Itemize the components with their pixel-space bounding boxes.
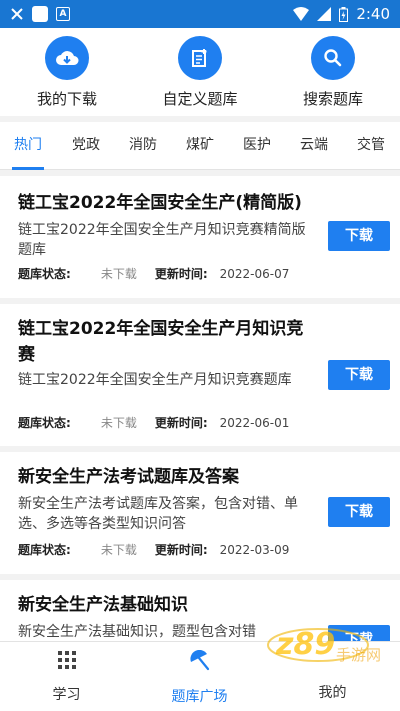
status-value: 未下载 [100,267,137,281]
person-icon [266,650,399,672]
update-label: 更新时间: [154,416,208,430]
search-bank-label: 搜索题库 [302,90,363,108]
category-tabs: 热门 党政 消防 煤矿 医护 云端 交管 [0,122,400,170]
my-downloads-label: 我的下载 [36,90,97,108]
status-value: 未下载 [100,416,137,430]
tab-traffic[interactable]: 交管 [355,122,387,170]
custom-bank-label: 自定义题库 [162,90,238,108]
tab-cloud[interactable]: 云端 [298,122,330,170]
nav-study-label: 学习 [52,687,81,703]
download-button[interactable]: 下载 [328,497,390,527]
signal-icon [317,7,332,21]
bottom-nav: 学习 题库广场 我的 [0,641,400,711]
card-title: 新安全生产法考试题库及答案 [18,467,239,487]
tab-coal[interactable]: 煤矿 [184,122,216,170]
list-item[interactable]: 链工宝2022年全国安全生产(精简版) 链工宝2022年全国安全生产月知识竞赛精… [0,176,400,298]
app-square-icon [32,6,48,22]
a-letter-icon: A [56,7,70,21]
card-meta: 题库状态: 未下载 更新时间: 2022-06-07 [18,265,289,282]
nav-study[interactable]: 学习 [0,650,133,704]
quick-actions: 我的下载 自定义题库 搜索题库 [0,28,400,116]
grid-icon [57,651,76,669]
my-downloads-button[interactable]: 我的下载 [7,36,127,109]
status-label: 题库状态: [18,267,71,281]
search-bank-button[interactable]: 搜索题库 [273,36,393,109]
download-button[interactable]: 下载 [328,360,390,390]
custom-bank-button[interactable]: 自定义题库 [140,36,260,109]
tab-medical[interactable]: 医护 [241,122,273,170]
download-button[interactable]: 下载 [328,625,390,641]
nav-mine-label: 我的 [318,685,347,701]
battery-icon [339,6,349,22]
card-description: 新安全生产法基础知识，题型包含对错 [18,624,256,640]
status-label: 题库状态: [18,543,71,557]
download-button[interactable]: 下载 [328,221,390,251]
list-item[interactable]: 链工宝2022年全国安全生产月知识竞赛 链工宝2022年全国安全生产月知识竞赛题… [0,304,400,446]
edit-document-icon [178,36,222,80]
card-description: 新安全生产法考试题库及答案，包含对错、单选、多选等各类型知识问答 [18,496,298,532]
card-title: 链工宝2022年全国安全生产月知识竞赛 [18,319,304,365]
nav-bank-square[interactable]: 题库广场 [133,649,266,706]
list-item[interactable]: 新安全生产法考试题库及答案 新安全生产法考试题库及答案，包含对错、单选、多选等各… [0,452,400,574]
status-bar: A 2:40 [0,0,400,28]
umbrella-icon [189,649,209,671]
wifi-icon [293,7,310,21]
status-value: 未下载 [100,543,137,557]
nav-bank-square-label: 题库广场 [171,689,228,705]
nav-mine[interactable]: 我的 [266,650,399,702]
update-label: 更新时间: [154,543,208,557]
update-label: 更新时间: [154,267,208,281]
tab-hot[interactable]: 热门 [12,122,44,170]
update-value: 2022-06-01 [219,415,290,430]
card-meta: 题库状态: 未下载 更新时间: 2022-06-01 [18,414,289,431]
update-value: 2022-06-07 [219,266,290,281]
card-description: 链工宝2022年全国安全生产月知识竞赛精简版题库 [18,222,306,258]
card-meta: 题库状态: 未下载 更新时间: 2022-03-09 [18,541,289,558]
card-title: 新安全生产法基础知识 [18,595,188,615]
tab-party[interactable]: 党政 [70,122,102,170]
list-item[interactable]: 新安全生产法基础知识 新安全生产法基础知识，题型包含对错 下载 [0,580,400,641]
cloud-download-icon [45,36,89,80]
status-label: 题库状态: [18,416,71,430]
update-value: 2022-03-09 [219,542,290,557]
close-x-icon [10,7,24,21]
card-description: 链工宝2022年全国安全生产月知识竞赛题库 [18,372,292,388]
tab-fire[interactable]: 消防 [127,122,159,170]
search-icon [311,36,355,80]
card-title: 链工宝2022年全国安全生产(精简版) [18,193,302,213]
status-time: 2:40 [356,5,390,23]
